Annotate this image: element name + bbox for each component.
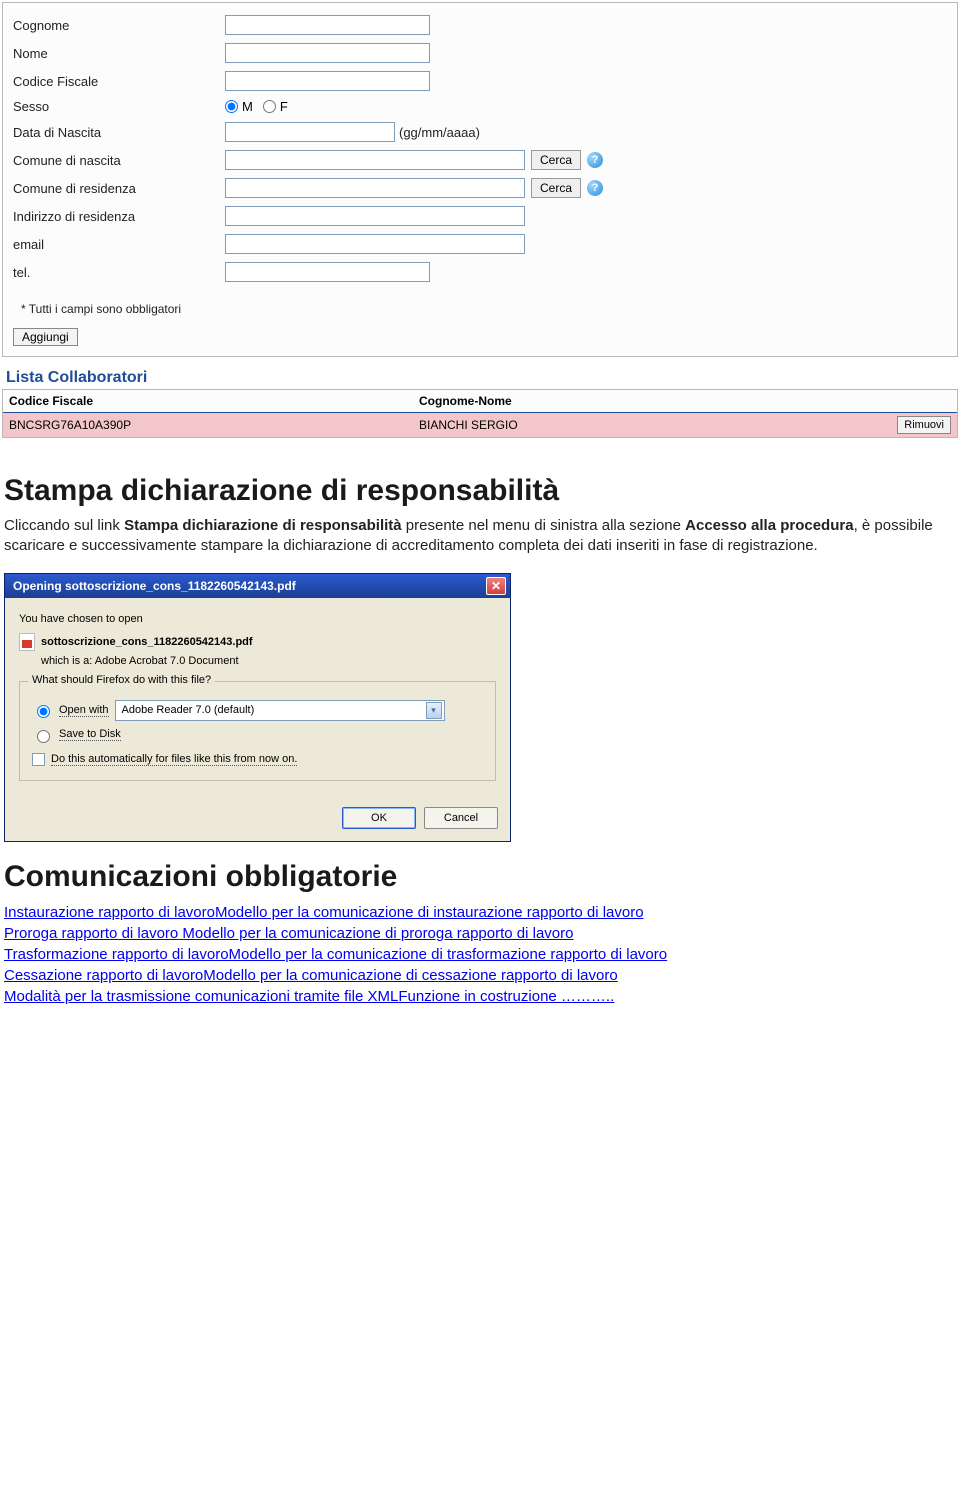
input-comune-nascita[interactable]	[225, 150, 525, 170]
link-instaurazione-modello[interactable]: Modello per la comunicazione di instaura…	[215, 904, 644, 921]
label-nome: Nome	[13, 46, 225, 61]
row-cf: BNCSRG76A10A390P	[9, 418, 419, 432]
ok-button[interactable]: OK	[342, 807, 416, 829]
label-comune-residenza: Comune di residenza	[13, 181, 225, 196]
rimuovi-button[interactable]: Rimuovi	[897, 416, 951, 434]
radio-open-with[interactable]	[37, 705, 50, 718]
close-icon[interactable]: ✕	[486, 577, 506, 595]
label-sesso: Sesso	[13, 99, 225, 114]
cancel-button[interactable]: Cancel	[424, 807, 498, 829]
table-header: Codice Fiscale Cognome-Nome	[3, 390, 957, 413]
label-tel: tel.	[13, 265, 225, 280]
label-auto: Do this automatically for files like thi…	[51, 753, 297, 766]
dialog-action-fieldset: What should Firefox do with this file? O…	[19, 681, 496, 781]
link-instaurazione[interactable]: Instaurazione rapporto di lavoro	[4, 904, 215, 921]
stampa-heading: Stampa dichiarazione di responsabilità	[4, 474, 956, 508]
col-header-cf: Codice Fiscale	[9, 394, 419, 408]
dialog-filename: sottoscrizione_cons_1182260542143.pdf	[41, 636, 253, 648]
open-with-combo[interactable]: Adobe Reader 7.0 (default) ▾	[115, 700, 445, 721]
label-indirizzo: Indirizzo di residenza	[13, 209, 225, 224]
label-nascita: Data di Nascita	[13, 125, 225, 140]
fieldset-legend: What should Firefox do with this file?	[28, 674, 215, 686]
link-xml-construzione[interactable]: Funzione in costruzione ………..	[398, 988, 614, 1005]
label-sesso-f: F	[280, 99, 288, 114]
hint-nascita: (gg/mm/aaaa)	[399, 125, 480, 140]
label-cognome: Cognome	[13, 18, 225, 33]
input-nome[interactable]	[225, 43, 430, 63]
help-icon[interactable]: ?	[587, 180, 603, 196]
radio-sesso-m[interactable]	[225, 100, 238, 113]
link-proroga-modello[interactable]: Modello per la comunicazione di proroga …	[178, 925, 573, 942]
dialog-filetype: which is a: Adobe Acrobat 7.0 Document	[41, 655, 496, 667]
link-cessazione-modello[interactable]: Modello per la comunicazione di cessazio…	[203, 967, 617, 984]
download-dialog: Opening sottoscrizione_cons_118226054214…	[4, 573, 511, 842]
chevron-down-icon: ▾	[426, 702, 442, 719]
input-tel[interactable]	[225, 262, 430, 282]
link-proroga[interactable]: Proroga rapporto di lavoro	[4, 925, 178, 942]
link-trasformazione[interactable]: Trasformazione rapporto di lavoro	[4, 946, 229, 963]
label-comune-nascita: Comune di nascita	[13, 153, 225, 168]
label-sesso-m: M	[242, 99, 253, 114]
mandatory-note: * Tutti i campi sono obbligatori	[21, 302, 947, 316]
form-panel: Cognome Nome Codice Fiscale Sesso M F Da…	[2, 2, 958, 357]
stampa-paragraph: Cliccando sul link Stampa dichiarazione …	[4, 516, 956, 557]
link-xml[interactable]: Modalità per la trasmissione comunicazio…	[4, 988, 398, 1005]
combo-value: Adobe Reader 7.0 (default)	[122, 704, 255, 716]
table-row: BNCSRG76A10A390P BIANCHI SERGIO Rimuovi	[3, 413, 957, 437]
input-cf[interactable]	[225, 71, 430, 91]
lista-collaboratori-title: Lista Collaboratori	[6, 369, 960, 387]
input-email[interactable]	[225, 234, 525, 254]
label-open-with: Open with	[59, 704, 109, 717]
radio-sesso-f[interactable]	[263, 100, 276, 113]
input-cognome[interactable]	[225, 15, 430, 35]
label-save-disk: Save to Disk	[59, 728, 121, 741]
lista-collaboratori: Codice Fiscale Cognome-Nome BNCSRG76A10A…	[2, 389, 958, 438]
checkbox-auto[interactable]	[32, 753, 45, 766]
col-header-name: Cognome-Nome	[419, 394, 861, 408]
input-indirizzo[interactable]	[225, 206, 525, 226]
link-trasformazione-modello[interactable]: Modello per la comunicazione di trasform…	[229, 946, 668, 963]
input-comune-residenza[interactable]	[225, 178, 525, 198]
dialog-titlebar: Opening sottoscrizione_cons_118226054214…	[5, 574, 510, 598]
row-name: BIANCHI SERGIO	[419, 418, 861, 432]
radio-save-disk[interactable]	[37, 730, 50, 743]
text: presente nel menu di sinistra alla sezio…	[402, 517, 686, 534]
label-cf: Codice Fiscale	[13, 74, 225, 89]
text: Cliccando sul link	[4, 517, 124, 534]
dialog-chosen-text: You have chosen to open	[19, 613, 496, 625]
pdf-icon	[19, 633, 35, 651]
label-email: email	[13, 237, 225, 252]
input-nascita[interactable]	[225, 122, 395, 142]
cerca-comune-nascita-button[interactable]: Cerca	[531, 150, 581, 170]
link-cessazione[interactable]: Cessazione rapporto di lavoro	[4, 967, 203, 984]
cerca-comune-residenza-button[interactable]: Cerca	[531, 178, 581, 198]
aggiungi-button[interactable]: Aggiungi	[13, 328, 78, 346]
comunicazioni-heading: Comunicazioni obbligatorie	[4, 860, 956, 894]
dialog-title: Opening sottoscrizione_cons_118226054214…	[13, 579, 296, 593]
help-icon[interactable]: ?	[587, 152, 603, 168]
links-block: Instaurazione rapporto di lavoroModello …	[4, 902, 956, 1007]
bold-section-name: Accesso alla procedura	[685, 517, 853, 534]
bold-link-name: Stampa dichiarazione di responsabilità	[124, 517, 402, 534]
